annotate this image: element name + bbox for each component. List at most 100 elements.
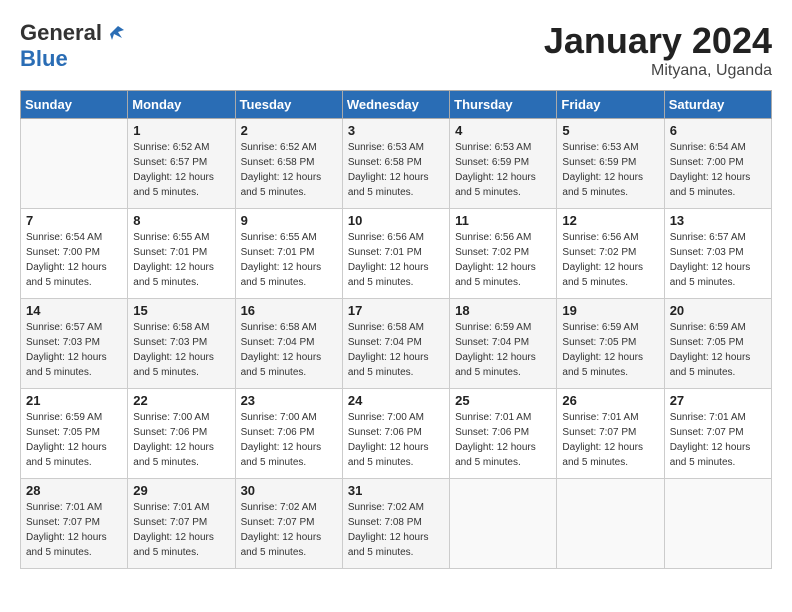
calendar-cell: 29Sunrise: 7:01 AMSunset: 7:07 PMDayligh…	[128, 479, 235, 569]
day-number: 12	[562, 213, 658, 228]
weekday-header-thursday: Thursday	[450, 91, 557, 119]
day-info: Sunrise: 7:00 AMSunset: 7:06 PMDaylight:…	[241, 410, 337, 470]
calendar-cell: 31 Sunrise: 7:02 AMSunset: 7:08 PMDayligh…	[342, 479, 449, 569]
calendar-cell: 23Sunrise: 7:00 AMSunset: 7:06 PMDayligh…	[235, 389, 342, 479]
day-number: 14	[26, 303, 122, 318]
day-info: Sunrise: 6:59 AMSunset: 7:05 PMDaylight:…	[670, 320, 766, 380]
day-info: Sunrise: 7:00 AMSunset: 7:06 PMDaylight:…	[133, 410, 229, 470]
calendar-cell: 7Sunrise: 6:54 AMSunset: 7:00 PMDaylight…	[21, 209, 128, 299]
logo: General Blue	[20, 20, 126, 72]
day-info: Sunrise: 7:00 AMSunset: 7:06 PMDaylight:…	[348, 410, 444, 470]
calendar-cell: 17 Sunrise: 6:58 AMSunset: 7:04 PMDayligh…	[342, 299, 449, 389]
calendar-header: SundayMondayTuesdayWednesdayThursdayFrid…	[21, 91, 772, 119]
weekday-header-wednesday: Wednesday	[342, 91, 449, 119]
day-number: 10	[348, 213, 444, 228]
day-number: 8	[133, 213, 229, 228]
day-number: 21	[26, 393, 122, 408]
day-number: 19	[562, 303, 658, 318]
location-subtitle: Mityana, Uganda	[544, 62, 772, 80]
day-info: Sunrise: 6:59 AMSunset: 7:05 PMDaylight:…	[26, 410, 122, 470]
calendar-cell: 26 Sunrise: 7:01 AMSunset: 7:07 PMDayligh…	[557, 389, 664, 479]
day-number: 18	[455, 303, 551, 318]
day-info: Sunrise: 6:53 AMSunset: 6:59 PMDaylight:…	[455, 140, 551, 200]
week-row-4: 21 Sunrise: 6:59 AMSunset: 7:05 PMDayligh…	[21, 389, 772, 479]
day-info: Sunrise: 7:01 AMSunset: 7:07 PMDaylight:…	[133, 500, 229, 560]
day-number: 31	[348, 483, 444, 498]
calendar-cell: 9Sunrise: 6:55 AMSunset: 7:01 PMDaylight…	[235, 209, 342, 299]
day-info: Sunrise: 7:01 AMSunset: 7:06 PMDaylight:…	[455, 410, 551, 470]
day-info: Sunrise: 6:52 AMSunset: 6:58 PMDaylight:…	[241, 140, 337, 200]
day-number: 17	[348, 303, 444, 318]
calendar-cell: 19 Sunrise: 6:59 AMSunset: 7:05 PMDayligh…	[557, 299, 664, 389]
day-number: 5	[562, 123, 658, 138]
day-info: Sunrise: 6:56 AMSunset: 7:02 PMDaylight:…	[455, 230, 551, 290]
day-number: 6	[670, 123, 766, 138]
day-info: Sunrise: 7:01 AMSunset: 7:07 PMDaylight:…	[670, 410, 766, 470]
day-info: Sunrise: 7:02 AMSunset: 7:08 PMDaylight:…	[348, 500, 444, 560]
calendar-cell: 18 Sunrise: 6:59 AMSunset: 7:04 PMDayligh…	[450, 299, 557, 389]
day-info: Sunrise: 6:55 AMSunset: 7:01 PMDaylight:…	[241, 230, 337, 290]
day-number: 11	[455, 213, 551, 228]
calendar-cell: 10 Sunrise: 6:56 AMSunset: 7:01 PMDayligh…	[342, 209, 449, 299]
day-info: Sunrise: 6:56 AMSunset: 7:01 PMDaylight:…	[348, 230, 444, 290]
day-info: Sunrise: 6:58 AMSunset: 7:04 PMDaylight:…	[241, 320, 337, 380]
weekday-header-row: SundayMondayTuesdayWednesdayThursdayFrid…	[21, 91, 772, 119]
logo-general-text: General	[20, 20, 102, 46]
day-number: 25	[455, 393, 551, 408]
calendar-cell	[664, 479, 771, 569]
day-info: Sunrise: 6:58 AMSunset: 7:03 PMDaylight:…	[133, 320, 229, 380]
week-row-1: 1 Sunrise: 6:52 AMSunset: 6:57 PMDaylight…	[21, 119, 772, 209]
calendar-cell: 5 Sunrise: 6:53 AMSunset: 6:59 PMDaylight…	[557, 119, 664, 209]
calendar-cell: 2Sunrise: 6:52 AMSunset: 6:58 PMDaylight…	[235, 119, 342, 209]
calendar-cell	[21, 119, 128, 209]
day-number: 30	[241, 483, 337, 498]
day-info: Sunrise: 6:58 AMSunset: 7:04 PMDaylight:…	[348, 320, 444, 380]
day-info: Sunrise: 6:53 AMSunset: 6:58 PMDaylight:…	[348, 140, 444, 200]
logo-blue-text: Blue	[20, 46, 68, 71]
calendar-cell: 3 Sunrise: 6:53 AMSunset: 6:58 PMDaylight…	[342, 119, 449, 209]
calendar-cell: 22 Sunrise: 7:00 AMSunset: 7:06 PMDayligh…	[128, 389, 235, 479]
day-info: Sunrise: 7:02 AMSunset: 7:07 PMDaylight:…	[241, 500, 337, 560]
day-info: Sunrise: 7:01 AMSunset: 7:07 PMDaylight:…	[562, 410, 658, 470]
calendar-cell: 27 Sunrise: 7:01 AMSunset: 7:07 PMDayligh…	[664, 389, 771, 479]
day-number: 3	[348, 123, 444, 138]
day-info: Sunrise: 6:54 AMSunset: 7:00 PMDaylight:…	[670, 140, 766, 200]
calendar-table: SundayMondayTuesdayWednesdayThursdayFrid…	[20, 90, 772, 569]
day-number: 13	[670, 213, 766, 228]
calendar-cell: 1 Sunrise: 6:52 AMSunset: 6:57 PMDaylight…	[128, 119, 235, 209]
calendar-cell	[557, 479, 664, 569]
calendar-cell	[450, 479, 557, 569]
calendar-cell: 25 Sunrise: 7:01 AMSunset: 7:06 PMDayligh…	[450, 389, 557, 479]
day-info: Sunrise: 6:57 AMSunset: 7:03 PMDaylight:…	[670, 230, 766, 290]
day-number: 20	[670, 303, 766, 318]
day-number: 24	[348, 393, 444, 408]
page-header: General Blue January 2024 Mityana, Ugand…	[20, 20, 772, 80]
day-number: 26	[562, 393, 658, 408]
day-info: Sunrise: 6:52 AMSunset: 6:57 PMDaylight:…	[133, 140, 229, 200]
calendar-cell: 28 Sunrise: 7:01 AMSunset: 7:07 PMDayligh…	[21, 479, 128, 569]
calendar-cell: 13 Sunrise: 6:57 AMSunset: 7:03 PMDayligh…	[664, 209, 771, 299]
day-number: 22	[133, 393, 229, 408]
day-info: Sunrise: 6:53 AMSunset: 6:59 PMDaylight:…	[562, 140, 658, 200]
day-info: Sunrise: 6:59 AMSunset: 7:04 PMDaylight:…	[455, 320, 551, 380]
calendar-cell: 12Sunrise: 6:56 AMSunset: 7:02 PMDayligh…	[557, 209, 664, 299]
calendar-cell: 24 Sunrise: 7:00 AMSunset: 7:06 PMDayligh…	[342, 389, 449, 479]
weekday-header-friday: Friday	[557, 91, 664, 119]
calendar-cell: 21 Sunrise: 6:59 AMSunset: 7:05 PMDayligh…	[21, 389, 128, 479]
day-info: Sunrise: 6:59 AMSunset: 7:05 PMDaylight:…	[562, 320, 658, 380]
day-info: Sunrise: 6:55 AMSunset: 7:01 PMDaylight:…	[133, 230, 229, 290]
logo-bird-icon	[104, 20, 126, 42]
day-number: 1	[133, 123, 229, 138]
weekday-header-sunday: Sunday	[21, 91, 128, 119]
week-row-5: 28 Sunrise: 7:01 AMSunset: 7:07 PMDayligh…	[21, 479, 772, 569]
month-title: January 2024	[544, 20, 772, 62]
day-number: 28	[26, 483, 122, 498]
day-number: 15	[133, 303, 229, 318]
calendar-cell: 11 Sunrise: 6:56 AMSunset: 7:02 PMDayligh…	[450, 209, 557, 299]
calendar-cell: 14 Sunrise: 6:57 AMSunset: 7:03 PMDayligh…	[21, 299, 128, 389]
weekday-header-tuesday: Tuesday	[235, 91, 342, 119]
day-info: Sunrise: 6:54 AMSunset: 7:00 PMDaylight:…	[26, 230, 122, 290]
day-number: 27	[670, 393, 766, 408]
day-info: Sunrise: 7:01 AMSunset: 7:07 PMDaylight:…	[26, 500, 122, 560]
day-info: Sunrise: 6:57 AMSunset: 7:03 PMDaylight:…	[26, 320, 122, 380]
